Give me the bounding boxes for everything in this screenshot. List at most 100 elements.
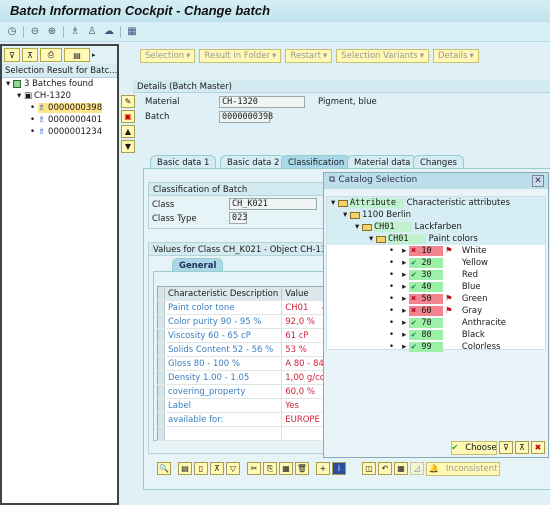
close-icon[interactable]: ✕ xyxy=(532,175,544,187)
catalog-item[interactable]: • ▸ ✖ 60 ⚑ Gray xyxy=(327,305,545,317)
table-row[interactable]: Label Yes xyxy=(157,398,337,413)
expand-icon[interactable]: ▸ xyxy=(402,258,406,268)
batch-icon[interactable]: ♗ xyxy=(69,26,81,38)
tab-basic-data-2[interactable]: Basic data 2 xyxy=(220,155,287,169)
scroll-up-icon[interactable]: ▲ xyxy=(121,125,135,138)
table-row[interactable] xyxy=(157,426,337,441)
collapse-all-icon[interactable]: ⊼ xyxy=(22,48,38,62)
insert-icon[interactable]: + xyxy=(316,462,330,475)
filter-icon[interactable]: ▽ xyxy=(226,462,240,475)
expand-all-icon[interactable]: ⊽ xyxy=(499,441,513,454)
class-field[interactable]: CH_K021 xyxy=(229,198,317,210)
row-selector[interactable] xyxy=(157,398,165,413)
row-selector[interactable] xyxy=(157,314,165,329)
row-selector[interactable] xyxy=(157,342,165,357)
expand-icon[interactable]: ▸ xyxy=(402,330,406,340)
table-row[interactable]: Density 1.00 - 1.05 1,00 g/ccm xyxy=(157,370,337,385)
copy-icon[interactable]: ⎘ xyxy=(263,462,277,475)
catalog-item[interactable]: • ▸ ✔ 80 Black xyxy=(327,329,545,341)
collapse-all-icon[interactable]: ⊼ xyxy=(515,441,529,454)
selection-variants-button[interactable]: Selection Variants ▾ xyxy=(336,49,429,63)
tab-general[interactable]: General xyxy=(172,258,224,272)
catalog-item[interactable]: • ▸ ✔ 99 Colorless xyxy=(327,341,545,353)
tab-classification[interactable]: Classification xyxy=(281,155,352,169)
tab-basic-data-1[interactable]: Basic data 1 xyxy=(150,155,217,169)
search-icon[interactable]: 🔍 xyxy=(157,462,171,475)
tab-changes[interactable]: Changes xyxy=(413,155,464,169)
zoom-out-icon[interactable]: ⊖ xyxy=(29,26,41,38)
detail-icon[interactable]: ▤ xyxy=(178,462,192,475)
delete-icon[interactable]: 🗑 xyxy=(295,462,309,475)
catalog-level[interactable]: ▾ CH01 Lackfarben xyxy=(327,221,545,233)
row-selector[interactable] xyxy=(157,370,165,385)
catalog-level[interactable]: ▾ 1100 Berlin xyxy=(327,209,545,221)
tree-node-batch[interactable]: • ♗ 0000000398 xyxy=(2,102,117,114)
layout-icon[interactable]: ▤ xyxy=(64,48,90,62)
expand-icon[interactable]: ▸ xyxy=(402,246,406,256)
class-type-field[interactable]: 023 xyxy=(229,212,247,224)
zoom-in-icon[interactable]: ⊕ xyxy=(46,26,58,38)
catalog-level[interactable]: ▾ Attribute Characteristic attributes xyxy=(327,197,545,209)
expand-icon[interactable]: ▸ xyxy=(402,270,406,280)
inconsistent-button[interactable]: 🔔 Inconsistent xyxy=(426,462,500,476)
table-row[interactable]: covering_property 60,0 % xyxy=(157,384,337,399)
row-selector[interactable] xyxy=(157,412,165,427)
expand-icon[interactable]: ▸ xyxy=(402,306,406,316)
table-row[interactable]: Viscosity 60 - 65 cP 61 cP xyxy=(157,328,337,343)
cancel-icon[interactable]: ✖ xyxy=(531,441,545,454)
catalog-item[interactable]: • ▸ ✔ 30 Red xyxy=(327,269,545,281)
tree-node-batch[interactable]: • ♗ 0000001234 xyxy=(2,126,117,138)
tree-node-material[interactable]: ▾ ▣ CH-1320 xyxy=(2,90,117,102)
expand-icon[interactable]: ▾ xyxy=(6,79,13,89)
tree-node-root[interactable]: ▾ 3 Batches found xyxy=(2,78,117,90)
expand-icon[interactable]: ▸ xyxy=(402,318,406,328)
choose-button[interactable]: ✔ Choose xyxy=(451,441,497,455)
edit-icon[interactable]: ✎ xyxy=(121,95,135,108)
row-selector[interactable] xyxy=(157,384,165,399)
expand-icon[interactable]: ▸ xyxy=(402,282,406,292)
row-selector[interactable] xyxy=(157,356,165,371)
binoculars-icon[interactable]: ◫ xyxy=(362,462,376,475)
selection-button[interactable]: Selection ▾ xyxy=(140,49,196,63)
cloud-icon[interactable]: ☁ xyxy=(103,26,115,38)
row-selector[interactable] xyxy=(157,328,165,343)
tree-node-batch[interactable]: • ♗ 0000000401 xyxy=(2,114,117,126)
table-row[interactable]: Paint color tone CH01 40 xyxy=(157,300,337,315)
catalog-item[interactable]: • ▸ ✔ 70 Anthracite xyxy=(327,317,545,329)
paste-icon[interactable]: ▦ xyxy=(279,462,293,475)
layout-icon[interactable]: ▦ xyxy=(126,26,138,38)
catalog-level[interactable]: ▾ CH01 Paint colors xyxy=(327,233,545,245)
table-row[interactable]: Color purity 90 - 95 % 92,0 % xyxy=(157,314,337,329)
expand-icon[interactable]: ▸ xyxy=(402,342,406,352)
info-icon[interactable]: i xyxy=(332,462,346,475)
result-in-folder-button[interactable]: Result in Folder ▾ xyxy=(199,49,282,63)
document-icon[interactable]: ▯ xyxy=(194,462,208,475)
cut-icon[interactable]: ✂ xyxy=(247,462,261,475)
scroll-down-icon[interactable]: ▼ xyxy=(121,140,135,153)
clock-icon[interactable]: ◷ xyxy=(6,26,18,38)
expand-icon[interactable]: ▸ xyxy=(402,294,406,304)
catalog-item[interactable]: • ▸ ✖ 10 ⚑ White xyxy=(327,245,545,257)
table-row[interactable]: Gloss 80 - 100 % A 80 - 84.9 xyxy=(157,356,337,371)
material-field[interactable]: CH-1320 xyxy=(219,96,305,108)
save-icon[interactable]: ▣ xyxy=(121,110,135,123)
expand-all-icon[interactable]: ⊽ xyxy=(4,48,20,62)
table-row[interactable]: Solids Content 52 - 56 % 53 % xyxy=(157,342,337,357)
batch-field[interactable]: 0000000398 xyxy=(219,111,273,123)
table-icon[interactable]: ▦ xyxy=(394,462,408,475)
details-button[interactable]: Details ▾ xyxy=(433,49,479,63)
expand-icon[interactable]: ▾ xyxy=(17,91,24,101)
print-icon[interactable]: ⎙ xyxy=(40,48,62,62)
sort-icon[interactable]: ⊼ xyxy=(210,462,224,475)
catalog-item[interactable]: • ▸ ✔ 40 Blue xyxy=(327,281,545,293)
table-row[interactable]: available for: EUROPE xyxy=(157,412,337,427)
more-icon[interactable]: ▸ xyxy=(92,51,96,59)
restart-button[interactable]: Restart ▾ xyxy=(285,49,333,63)
graph-icon[interactable]: ◿ xyxy=(410,462,424,475)
row-selector[interactable] xyxy=(157,300,165,315)
column-header-description[interactable]: Characteristic Description xyxy=(164,286,283,301)
hierarchy-icon[interactable]: ♙ xyxy=(86,26,98,38)
tab-material-data[interactable]: Material data xyxy=(347,155,418,169)
undo-icon[interactable]: ↶ xyxy=(378,462,392,475)
catalog-item[interactable]: • ▸ ✖ 50 ⚑ Green xyxy=(327,293,545,305)
